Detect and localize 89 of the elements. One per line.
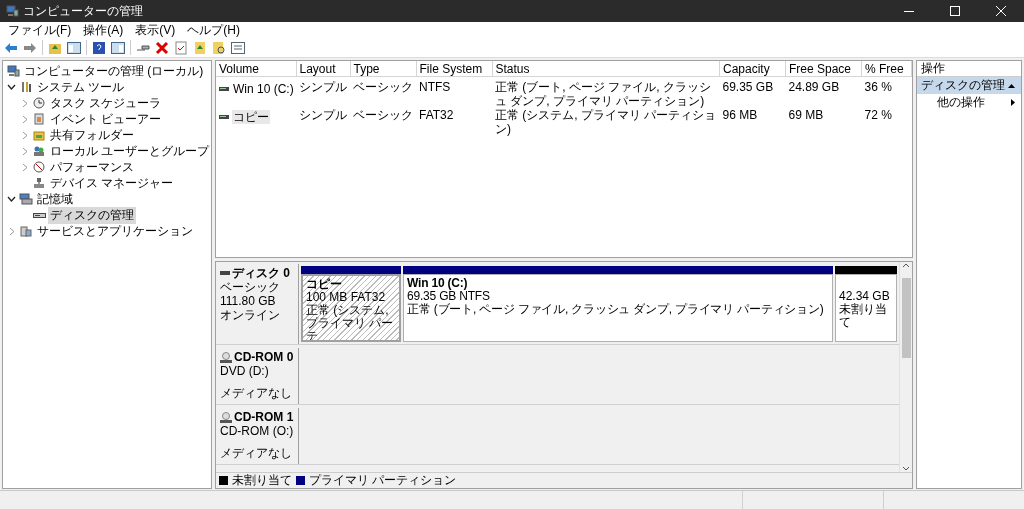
clock-icon: [33, 97, 45, 109]
drive-icon: [220, 271, 230, 275]
tree-item[interactable]: 共有フォルダー: [48, 126, 136, 144]
disk-state: メディアなし: [220, 446, 293, 460]
disk-name: CD-ROM 0: [234, 350, 294, 364]
cd-drive-icon: [220, 351, 232, 363]
services-icon: [20, 225, 32, 237]
menu-item[interactable]: ヘルプ(H): [181, 21, 246, 39]
menu-item[interactable]: 操作(A): [77, 21, 130, 39]
action-section-header[interactable]: ディスクの管理: [917, 77, 1021, 94]
disk-name: ディスク 0: [232, 266, 290, 280]
column-header[interactable]: Type: [350, 61, 416, 77]
cd-drive-icon: [220, 411, 232, 423]
column-header[interactable]: File System: [416, 61, 492, 77]
table-cell: 72 %: [864, 108, 892, 122]
tree-item[interactable]: タスク スケジューラ: [48, 94, 164, 112]
table-cell: 正常 (ブート, ページ ファイル, クラッシュ ダンプ, プライマリ パーティション): [495, 80, 711, 108]
table-cell: 24.89 GB: [788, 80, 840, 94]
disk-state: オンライン: [220, 308, 281, 322]
column-header[interactable]: Status: [492, 61, 720, 77]
table-cell: シンプル: [299, 80, 347, 94]
help-icon[interactable]: [92, 40, 106, 55]
console-tree-icon[interactable]: [67, 40, 81, 55]
partition-block[interactable]: 42.34 GB 未割り当て: [835, 274, 897, 342]
table-cell[interactable]: コピー: [232, 110, 270, 124]
menu-item[interactable]: 表示(V): [129, 21, 182, 39]
table-cell: 69 MB: [788, 108, 824, 122]
legend-label: プライマリ パーティション: [309, 472, 457, 489]
tree-item[interactable]: コンピューターの管理 (ローカル): [22, 62, 206, 80]
tree-item[interactable]: デバイス マネージャー: [48, 174, 176, 192]
tree-item[interactable]: ローカル ユーザーとグループ: [48, 142, 211, 160]
tree-item[interactable]: パフォーマンス: [48, 158, 136, 176]
collapse-chevron-icon[interactable]: [7, 84, 16, 90]
partition-color-bar: [835, 266, 897, 274]
column-header[interactable]: Free Space: [785, 61, 862, 77]
close-icon[interactable]: [996, 6, 1006, 16]
table-cell: NTFS: [419, 80, 451, 94]
drive-icon: [32, 211, 46, 219]
tree-item[interactable]: ディスクの管理: [48, 206, 136, 224]
scroll-up-icon[interactable]: [902, 262, 910, 268]
list-icon[interactable]: [231, 40, 245, 55]
delete-icon[interactable]: [155, 40, 169, 55]
table-cell: シンプル: [299, 108, 347, 122]
scroll-down-icon[interactable]: [902, 466, 910, 472]
collapse-arrow-icon[interactable]: [1008, 83, 1015, 88]
log-icon: [33, 113, 45, 125]
disk-name: CD-ROM 1: [234, 410, 294, 424]
table-cell: 正常 (システム, プライマリ パーティション): [495, 108, 717, 136]
column-header[interactable]: Capacity: [719, 61, 786, 77]
menu-item[interactable]: ファイル(F): [2, 21, 78, 39]
table-cell: 36 %: [864, 80, 892, 94]
column-header[interactable]: Layout: [296, 61, 350, 77]
pane-title: 操作: [921, 60, 945, 77]
folder-icon: [33, 129, 45, 141]
disk-state: メディアなし: [220, 386, 293, 400]
table-cell: ベーシック: [353, 80, 413, 94]
tree-item[interactable]: イベント ビューアー: [48, 110, 164, 128]
tools-icon: [20, 81, 32, 93]
table-cell: FAT32: [419, 108, 454, 122]
storage-icon: [19, 193, 33, 205]
users-icon: [33, 145, 45, 157]
column-header[interactable]: Volume: [216, 61, 296, 77]
column-header[interactable]: % Free: [861, 61, 912, 77]
gauge-icon: [33, 161, 45, 173]
disk-type: DVD (D:): [220, 364, 270, 378]
maximize-icon[interactable]: [950, 6, 960, 16]
tree-item[interactable]: サービスとアプリケーション: [35, 222, 195, 240]
partition-block[interactable]: Win 10 (C:) 69.35 GB NTFS 正常 (ブート, ページ ファイル, クラッシュ ダンプ, プライマリ パーティション): [403, 274, 833, 342]
collapse-chevron-icon[interactable]: [7, 196, 16, 202]
table-cell: ベーシック: [353, 108, 413, 122]
scrollbar-thumb[interactable]: [901, 278, 911, 358]
check-document-icon[interactable]: [174, 40, 188, 55]
table-cell: 69.35 GB: [722, 80, 774, 94]
legend-label: 未割り当て: [232, 472, 292, 489]
search-folder-icon[interactable]: [212, 40, 226, 55]
drive-icon: [219, 115, 229, 119]
window-title: コンピューターの管理: [23, 2, 143, 20]
table-cell: 96 MB: [722, 108, 758, 122]
drive-icon: [219, 87, 229, 91]
tree-item[interactable]: システム ツール: [35, 78, 127, 96]
disk-size: 111.80 GB: [220, 294, 277, 308]
submenu-arrow-icon: [1011, 99, 1015, 106]
tree-item[interactable]: 記憶域: [35, 190, 75, 208]
action-pane-icon[interactable]: [111, 40, 125, 55]
action-item[interactable]: 他の操作: [917, 94, 1021, 111]
disk-type: CD-ROM (O:): [220, 424, 295, 438]
disk-type: ベーシック: [220, 280, 281, 294]
forward-arrow-icon[interactable]: [23, 40, 37, 55]
table-cell[interactable]: Win 10 (C:): [232, 82, 295, 96]
